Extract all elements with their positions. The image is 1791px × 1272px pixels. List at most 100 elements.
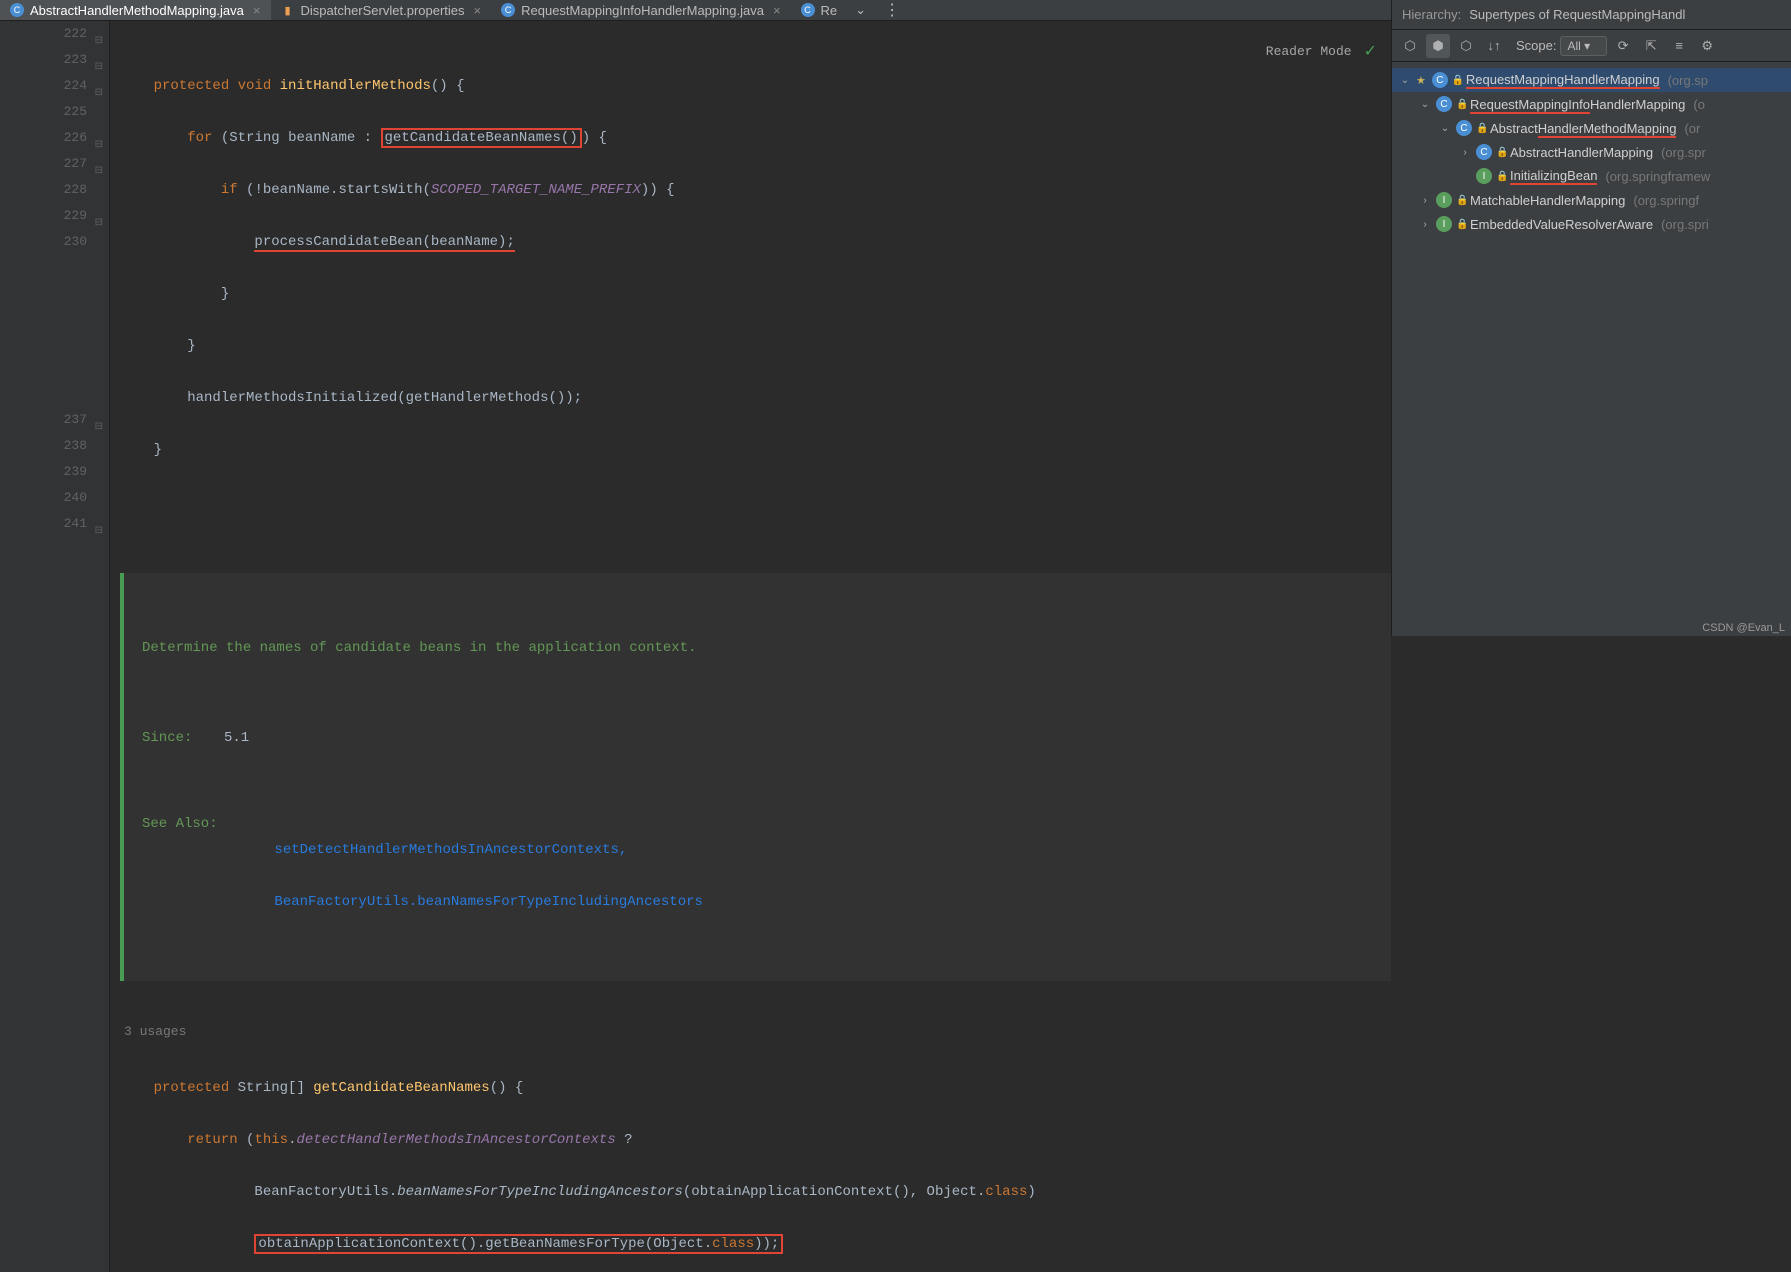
highlighted-call: processCandidateBean(beanName);: [254, 234, 514, 252]
fold-icon[interactable]: ⊟: [93, 159, 103, 169]
settings-icon[interactable]: ⚙: [1695, 34, 1719, 58]
check-icon: ✓: [1364, 39, 1377, 65]
lock-icon: 🔒: [1452, 75, 1462, 86]
reader-mode-toggle[interactable]: Reader Mode ✓: [1266, 39, 1377, 65]
fold-icon[interactable]: ⊟: [93, 211, 103, 221]
line-number: 240: [64, 485, 87, 511]
class-icon: C: [1456, 120, 1472, 136]
javadoc-see-link[interactable]: setDetectHandlerMethodsInAncestorContext…: [274, 842, 618, 858]
java-icon: C: [801, 3, 815, 17]
tab-label: RequestMappingInfoHandlerMapping.java: [521, 3, 764, 18]
line-number: 238: [64, 433, 87, 459]
tab-label: DispatcherServlet.properties: [301, 3, 465, 18]
fold-icon[interactable]: ⊟: [93, 415, 103, 425]
more-icon[interactable]: ⋮: [874, 0, 910, 20]
expand-icon[interactable]: ›: [1418, 195, 1432, 206]
tab-dispatcher-properties[interactable]: ▮ DispatcherServlet.properties ×: [271, 0, 492, 20]
hierarchy-tree: ⌄ ★ C 🔒 RequestMappingHandlerMapping (or…: [1392, 62, 1791, 636]
java-icon: C: [10, 3, 24, 17]
hierarchy-title: Supertypes of RequestMappingHandl: [1469, 7, 1685, 22]
tree-node[interactable]: › C 🔒 AbstractHandlerMapping (org.spr: [1392, 140, 1791, 164]
tree-node[interactable]: › I 🔒 MatchableHandlerMapping (org.sprin…: [1392, 188, 1791, 212]
javadoc-see-label: See Also:: [142, 811, 210, 941]
tree-node-root[interactable]: ⌄ ★ C 🔒 RequestMappingHandlerMapping (or…: [1392, 68, 1791, 92]
line-number: 229: [64, 203, 87, 229]
refresh-icon[interactable]: ⟳: [1611, 34, 1635, 58]
fold-icon[interactable]: ⊟: [93, 133, 103, 143]
tab-overflow-chevron[interactable]: ⌄: [847, 2, 874, 18]
editor-body: 222⊟ 223⊟ 224⊟ 225 226⊟ 227⊟ 228 229⊟ 23…: [0, 21, 1391, 1272]
class-icon: C: [1476, 144, 1492, 160]
class-icon: C: [1436, 96, 1452, 112]
class-icon: C: [1432, 72, 1448, 88]
javadoc-description: Determine the names of candidate beans i…: [142, 635, 1373, 661]
line-gutter: 222⊟ 223⊟ 224⊟ 225 226⊟ 227⊟ 228 229⊟ 23…: [0, 21, 110, 1272]
editor-tabs: C AbstractHandlerMethodMapping.java × ▮ …: [0, 0, 1391, 21]
line-number: 239: [64, 459, 87, 485]
lock-icon: 🔒: [1456, 195, 1466, 206]
java-icon: C: [501, 3, 515, 17]
expand-icon[interactable]: ›: [1418, 219, 1432, 230]
expand-icon[interactable]: ⌄: [1438, 123, 1452, 134]
lock-icon: 🔒: [1476, 123, 1486, 134]
interface-icon: I: [1436, 192, 1452, 208]
pin-icon[interactable]: ⇱: [1639, 34, 1663, 58]
lock-icon: 🔒: [1496, 147, 1506, 158]
fold-icon[interactable]: ⊟: [93, 81, 103, 91]
tab-label: Re: [821, 3, 838, 18]
hierarchy-toolbar: ⬡ ⬢ ⬡ ↓↑ Scope: All ▾ ⟳ ⇱ ≡ ⚙: [1392, 30, 1791, 62]
tree-node[interactable]: ⌄ C 🔒 RequestMappingInfoHandlerMapping (…: [1392, 92, 1791, 116]
line-number: 226: [64, 125, 87, 151]
tab-label: AbstractHandlerMethodMapping.java: [30, 3, 244, 18]
line-number: 237: [64, 407, 87, 433]
class-hierarchy-icon[interactable]: ⬡: [1398, 34, 1422, 58]
javadoc-block: Determine the names of candidate beans i…: [120, 573, 1391, 981]
editor-section: C AbstractHandlerMethodMapping.java × ▮ …: [0, 0, 1391, 636]
tab-truncated[interactable]: C Re: [791, 0, 848, 20]
lock-icon: 🔒: [1456, 99, 1466, 110]
hierarchy-header: Hierarchy: Supertypes of RequestMappingH…: [1392, 0, 1791, 30]
subtypes-hierarchy-icon[interactable]: ⬡: [1454, 34, 1478, 58]
scope-selector[interactable]: All ▾: [1560, 36, 1607, 56]
tab-request-mapping-info[interactable]: C RequestMappingInfoHandlerMapping.java …: [491, 0, 790, 20]
bookmark-icon: ★: [1416, 74, 1426, 87]
tree-node[interactable]: ⌄ C 🔒 AbstractHandlerMethodMapping (or: [1392, 116, 1791, 140]
tree-node[interactable]: I 🔒 InitializingBean (org.springframew: [1392, 164, 1791, 188]
lock-icon: 🔒: [1496, 171, 1506, 182]
fold-icon[interactable]: ⊟: [93, 519, 103, 529]
expand-icon[interactable]: ›: [1458, 147, 1472, 158]
watermark: CSDN @Evan_L: [1702, 622, 1785, 634]
code-area[interactable]: Reader Mode ✓ protected void initHandler…: [110, 21, 1391, 1272]
expand-icon[interactable]: ⌄: [1418, 99, 1432, 110]
lock-icon: 🔒: [1456, 219, 1466, 230]
tree-node[interactable]: › I 🔒 EmbeddedValueResolverAware (org.sp…: [1392, 212, 1791, 236]
javadoc-since-label: Since:: [142, 725, 210, 751]
javadoc-since-value: 5.1: [224, 725, 249, 751]
fold-icon[interactable]: ⊟: [93, 55, 103, 65]
hierarchy-panel: Hierarchy: Supertypes of RequestMappingH…: [1391, 0, 1791, 636]
close-icon[interactable]: ×: [253, 3, 261, 18]
scope-label: Scope:: [1516, 38, 1556, 53]
javadoc-see-link[interactable]: BeanFactoryUtils.beanNamesForTypeIncludi…: [274, 894, 702, 910]
line-number: 225: [64, 99, 87, 125]
close-icon[interactable]: ×: [474, 3, 482, 18]
hierarchy-label: Hierarchy:: [1402, 7, 1461, 22]
line-number: 227: [64, 151, 87, 177]
expand-all-icon[interactable]: ≡: [1667, 34, 1691, 58]
line-number: 230: [64, 229, 87, 255]
highlighted-call: getCandidateBeanNames(): [381, 128, 582, 148]
tab-abstract-handler[interactable]: C AbstractHandlerMethodMapping.java ×: [0, 0, 271, 20]
line-number: 224: [64, 73, 87, 99]
expand-icon[interactable]: ⌄: [1398, 75, 1412, 86]
properties-icon: ▮: [281, 3, 295, 17]
usages-hint[interactable]: 3 usages: [124, 1019, 1391, 1045]
line-number: 228: [64, 177, 87, 203]
interface-icon: I: [1476, 168, 1492, 184]
interface-icon: I: [1436, 216, 1452, 232]
sort-icon[interactable]: ↓↑: [1482, 34, 1506, 58]
supertypes-hierarchy-icon[interactable]: ⬢: [1426, 34, 1450, 58]
line-number: 222: [64, 21, 87, 47]
line-number: 241: [64, 511, 87, 537]
close-icon[interactable]: ×: [773, 3, 781, 18]
fold-icon[interactable]: ⊟: [93, 29, 103, 39]
